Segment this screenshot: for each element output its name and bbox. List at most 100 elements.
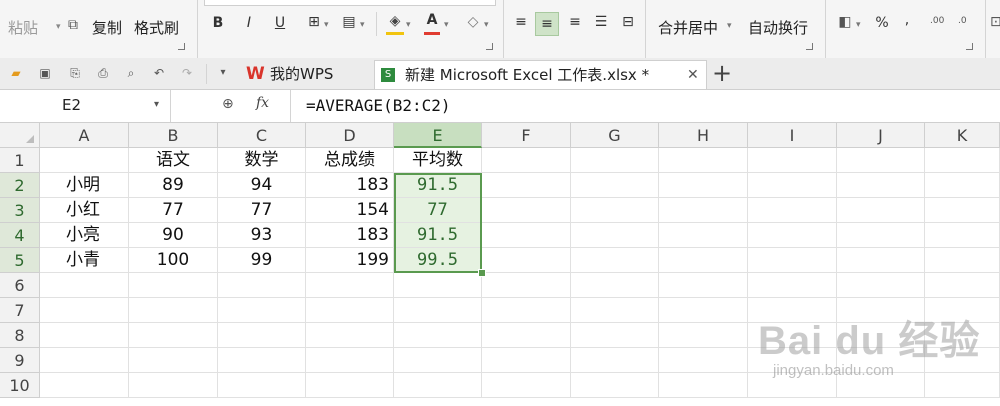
format-painter-button[interactable]: 格式刷: [134, 17, 179, 38]
wrap-text-button[interactable]: 自动换行: [748, 17, 808, 38]
cell-f3[interactable]: [482, 198, 571, 223]
cell-e7[interactable]: [394, 298, 482, 323]
increase-decimal-icon[interactable]: .00: [930, 16, 944, 26]
row-header-5[interactable]: 5: [0, 248, 40, 273]
cell-e3[interactable]: 77: [394, 198, 482, 223]
cell-b9[interactable]: [129, 348, 218, 373]
cell-b10[interactable]: [129, 373, 218, 398]
cell-c8[interactable]: [218, 323, 306, 348]
column-header-b[interactable]: B: [129, 123, 218, 148]
cell-b7[interactable]: [129, 298, 218, 323]
cell-g8[interactable]: [571, 323, 659, 348]
name-box-dropdown-icon[interactable]: ▾: [154, 99, 159, 110]
cell-a7[interactable]: [40, 298, 129, 323]
cell-f2[interactable]: [482, 173, 571, 198]
row-header-4[interactable]: 4: [0, 223, 40, 248]
print-icon[interactable]: ⎙: [96, 66, 110, 80]
cell-j3[interactable]: [837, 198, 925, 223]
merge-center-button[interactable]: 合并居中: [658, 17, 718, 38]
cell-e4[interactable]: 91.5: [394, 223, 482, 248]
alignment-launcher-icon[interactable]: [806, 43, 813, 50]
cell-a5[interactable]: 小青: [40, 248, 129, 273]
column-header-f[interactable]: F: [482, 123, 571, 148]
cell-e2[interactable]: 91.5: [394, 173, 482, 198]
cell-b2[interactable]: 89: [129, 173, 218, 198]
cell-a3[interactable]: 小红: [40, 198, 129, 223]
column-header-j[interactable]: J: [837, 123, 925, 148]
cell-h4[interactable]: [659, 223, 748, 248]
column-header-e[interactable]: E: [394, 123, 482, 148]
cell-f6[interactable]: [482, 273, 571, 298]
cell-e1[interactable]: 平均数: [394, 148, 482, 173]
cell-f7[interactable]: [482, 298, 571, 323]
fill-dropdown-icon[interactable]: ▾: [406, 20, 411, 30]
cell-a1[interactable]: [40, 148, 129, 173]
cell-a10[interactable]: [40, 373, 129, 398]
cell-g9[interactable]: [571, 348, 659, 373]
cell-i3[interactable]: [748, 198, 837, 223]
cell-d5[interactable]: 199: [306, 248, 394, 273]
cell-f9[interactable]: [482, 348, 571, 373]
cell-d8[interactable]: [306, 323, 394, 348]
cell-c6[interactable]: [218, 273, 306, 298]
clear-dropdown-icon[interactable]: ▾: [484, 20, 489, 30]
print-preview-icon[interactable]: ⌕: [124, 66, 138, 80]
row-header-7[interactable]: 7: [0, 298, 40, 323]
paste-button[interactable]: 粘贴: [8, 17, 38, 38]
cell-d2[interactable]: 183: [306, 173, 394, 198]
column-header-c[interactable]: C: [218, 123, 306, 148]
decrease-decimal-icon[interactable]: .0: [958, 16, 967, 26]
cell-e5[interactable]: 99.5: [394, 248, 482, 273]
cell-i6[interactable]: [748, 273, 837, 298]
cell-d7[interactable]: [306, 298, 394, 323]
undo-icon[interactable]: ↶: [152, 66, 166, 80]
column-header-d[interactable]: D: [306, 123, 394, 148]
cell-j1[interactable]: [837, 148, 925, 173]
column-header-g[interactable]: G: [571, 123, 659, 148]
cell-b6[interactable]: [129, 273, 218, 298]
cell-h2[interactable]: [659, 173, 748, 198]
export-icon[interactable]: ⎘: [68, 66, 82, 80]
number-format-dropdown-icon[interactable]: ▾: [856, 20, 861, 30]
copy-button[interactable]: 复制: [92, 17, 122, 38]
new-tab-icon[interactable]: +: [712, 59, 732, 87]
row-header-9[interactable]: 9: [0, 348, 40, 373]
clipboard-launcher-icon[interactable]: [178, 43, 185, 50]
cell-d4[interactable]: 183: [306, 223, 394, 248]
border-icon[interactable]: ⊞: [305, 14, 323, 30]
tab-workbook[interactable]: S 新建 Microsoft Excel 工作表.xlsx * ✕: [374, 60, 707, 89]
align-center-button[interactable]: ≡: [535, 12, 559, 36]
cell-k2[interactable]: [925, 173, 1000, 198]
column-header-k[interactable]: K: [925, 123, 1000, 148]
cell-c3[interactable]: 77: [218, 198, 306, 223]
cell-d9[interactable]: [306, 348, 394, 373]
cell-b8[interactable]: [129, 323, 218, 348]
cell-i4[interactable]: [748, 223, 837, 248]
cell-k5[interactable]: [925, 248, 1000, 273]
cell-a6[interactable]: [40, 273, 129, 298]
name-box[interactable]: E2 ▾: [0, 93, 168, 119]
save-icon[interactable]: ▣: [38, 66, 52, 80]
more-icon[interactable]: ⊡: [990, 14, 1000, 30]
select-all-corner[interactable]: [0, 123, 40, 148]
cell-f1[interactable]: [482, 148, 571, 173]
row-header-3[interactable]: 3: [0, 198, 40, 223]
cell-c5[interactable]: 99: [218, 248, 306, 273]
cell-b3[interactable]: 77: [129, 198, 218, 223]
cell-f5[interactable]: [482, 248, 571, 273]
cell-g1[interactable]: [571, 148, 659, 173]
cell-b1[interactable]: 语文: [129, 148, 218, 173]
bold-button[interactable]: B: [210, 15, 226, 31]
row-header-10[interactable]: 10: [0, 373, 40, 398]
cell-g3[interactable]: [571, 198, 659, 223]
cell-k6[interactable]: [925, 273, 1000, 298]
font-launcher-icon[interactable]: [486, 43, 493, 50]
cell-c7[interactable]: [218, 298, 306, 323]
cell-j2[interactable]: [837, 173, 925, 198]
cell-e8[interactable]: [394, 323, 482, 348]
zoom-search-icon[interactable]: ⊕: [222, 96, 234, 112]
cell-e10[interactable]: [394, 373, 482, 398]
cell-h7[interactable]: [659, 298, 748, 323]
cell-g4[interactable]: [571, 223, 659, 248]
cell-h6[interactable]: [659, 273, 748, 298]
